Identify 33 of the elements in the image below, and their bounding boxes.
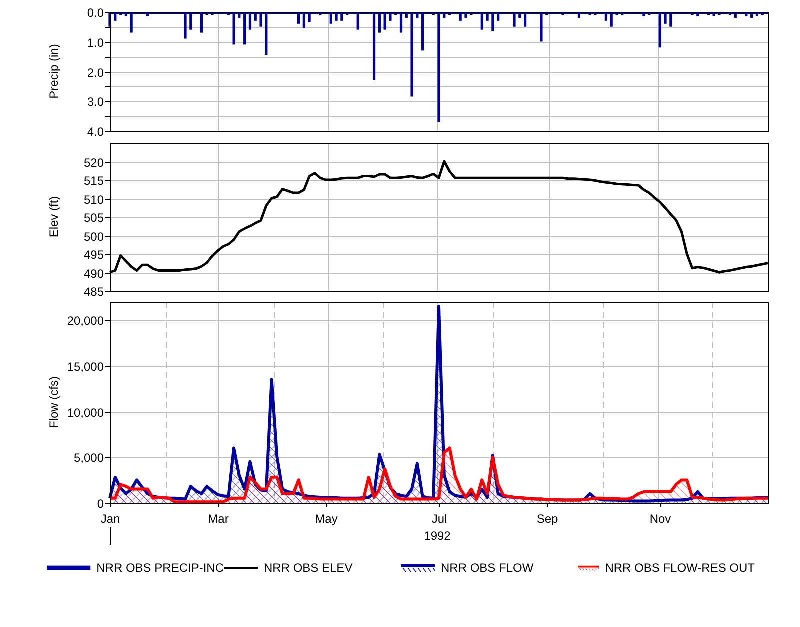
axis-tick-label: 515 — [84, 174, 104, 188]
axis-tick-label: 20,000 — [67, 314, 104, 328]
axis-tick-label: 4.0 — [87, 125, 104, 139]
axis-tick-label: Jul — [432, 512, 448, 526]
axis-tick-label: 500 — [84, 230, 104, 244]
axis-tick-label: 490 — [84, 267, 104, 281]
axis-title: Precip (in) — [47, 44, 61, 99]
axis-tick-label: 485 — [84, 285, 104, 297]
axis-tick-label: Mar — [208, 512, 229, 526]
axis-title: Flow (cfs) — [47, 376, 61, 428]
axis-tick-label: 0.0 — [87, 6, 104, 20]
axis-tick-label: 15,000 — [67, 360, 104, 374]
axis-tick-label: May — [315, 512, 338, 526]
axis-tick-label: Jan — [100, 512, 120, 526]
axis-tick-label: 3.0 — [87, 95, 104, 109]
axis-tick-label: 510 — [84, 193, 104, 207]
axis-tick-label: 10,000 — [67, 406, 104, 420]
axis-tick-label: 520 — [84, 156, 104, 170]
axis-tick-label: 0 — [97, 497, 104, 511]
axis-tick-label: Sep — [536, 512, 558, 526]
legend-label: NRR OBS FLOW — [441, 560, 534, 577]
axis-tick-label: 495 — [84, 248, 104, 262]
axis-title: Elev (ft) — [47, 196, 61, 238]
axis-tick-label: 1.0 — [87, 36, 104, 50]
legend-label: NRR OBS FLOW-RES OUT — [605, 560, 755, 577]
legend-label: NRR OBS PRECIP-INC — [96, 560, 224, 577]
axis-tick-label: 2.0 — [87, 66, 104, 80]
year-marker — [110, 526, 111, 546]
axis-tick-label: 505 — [84, 211, 104, 225]
axis-tick-label: 5,000 — [74, 451, 104, 465]
legend-label: NRR OBS ELEV — [264, 560, 353, 577]
axis-tick-label: Nov — [650, 512, 672, 526]
axis-title: 1992 — [424, 529, 451, 543]
